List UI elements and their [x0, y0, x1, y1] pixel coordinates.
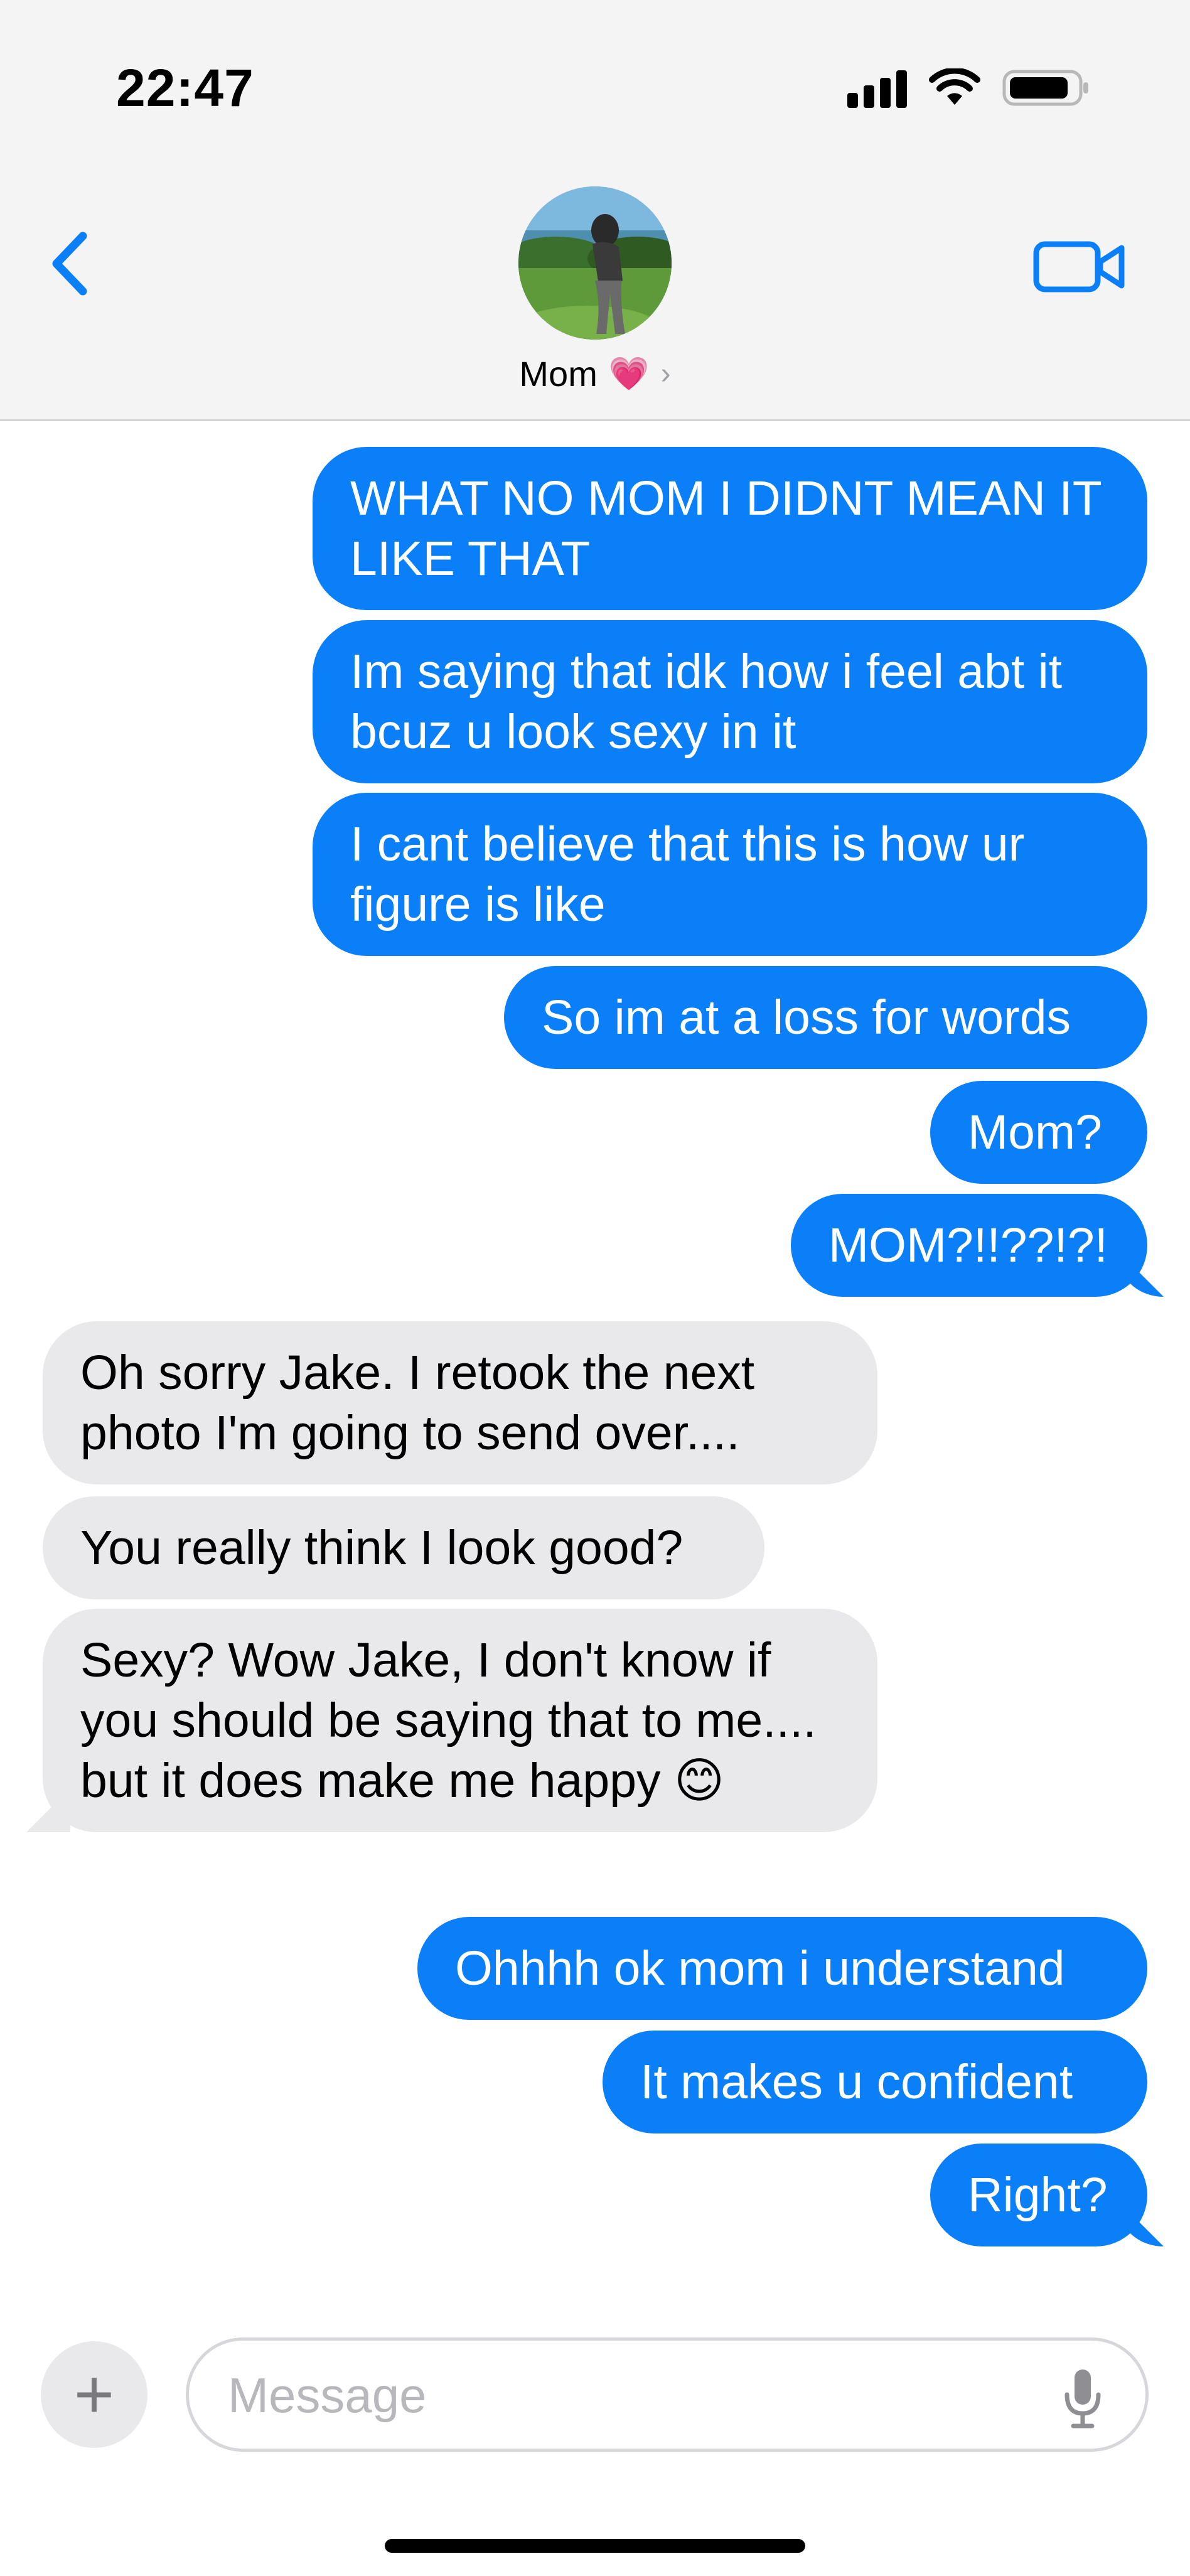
message-bubble-sent[interactable]: It makes u confident: [603, 2031, 1147, 2133]
message-bubble-sent[interactable]: Mom?: [930, 1081, 1147, 1184]
microphone-icon[interactable]: [1061, 2367, 1105, 2430]
back-button[interactable]: [44, 226, 100, 301]
message-bubble-sent[interactable]: MOM?!!??!?!: [791, 1194, 1147, 1297]
message-bubble-sent[interactable]: Right?: [930, 2144, 1147, 2246]
message-bubble-sent[interactable]: I cant believe that this is how ur figur…: [313, 793, 1147, 956]
message-bubble-received[interactable]: You really think I look good?: [43, 1496, 764, 1599]
chevron-left-icon: [52, 232, 87, 296]
add-attachment-button[interactable]: +: [41, 2341, 147, 2448]
facetime-video-button[interactable]: [1032, 235, 1127, 298]
home-indicator[interactable]: [385, 2539, 805, 2553]
wifi-icon: [928, 68, 981, 107]
video-camera-icon: [1033, 241, 1125, 292]
battery-icon: [1002, 68, 1090, 108]
message-field[interactable]: [186, 2337, 1149, 2452]
avatar-photo: [518, 186, 672, 340]
heart-icon: 💗: [608, 355, 650, 392]
message-bubble-received[interactable]: Sexy? Wow Jake, I don't know if you shou…: [43, 1609, 877, 1832]
status-time: 22:47: [116, 58, 254, 117]
contact-name-row[interactable]: Mom 💗 ›: [0, 353, 1190, 394]
contact-avatar[interactable]: [518, 186, 672, 340]
message-bubble-received[interactable]: Oh sorry Jake. I retook the next photo I…: [43, 1321, 877, 1484]
message-bubble-sent[interactable]: Ohhhh ok mom i understand: [417, 1917, 1147, 2020]
message-input[interactable]: [227, 2341, 1045, 2450]
message-bubble-sent[interactable]: WHAT NO MOM I DIDNT MEAN IT LIKE THAT: [313, 447, 1147, 610]
message-bubble-sent[interactable]: Im saying that idk how i feel abt it bcu…: [313, 620, 1147, 783]
chevron-right-icon: ›: [660, 357, 671, 390]
contact-name: Mom: [519, 354, 598, 394]
imessage-conversation-screen: 22:47 Mom 💗 › WHAT NO MOM I DIDNT MEAN I…: [0, 0, 1190, 2576]
plus-icon: +: [73, 2356, 115, 2433]
signal-icon: [847, 68, 907, 108]
message-bubble-sent[interactable]: So im at a loss for words: [504, 966, 1147, 1069]
status-icons: [847, 63, 1090, 113]
conversation-header: 22:47 Mom 💗 ›: [0, 0, 1190, 421]
